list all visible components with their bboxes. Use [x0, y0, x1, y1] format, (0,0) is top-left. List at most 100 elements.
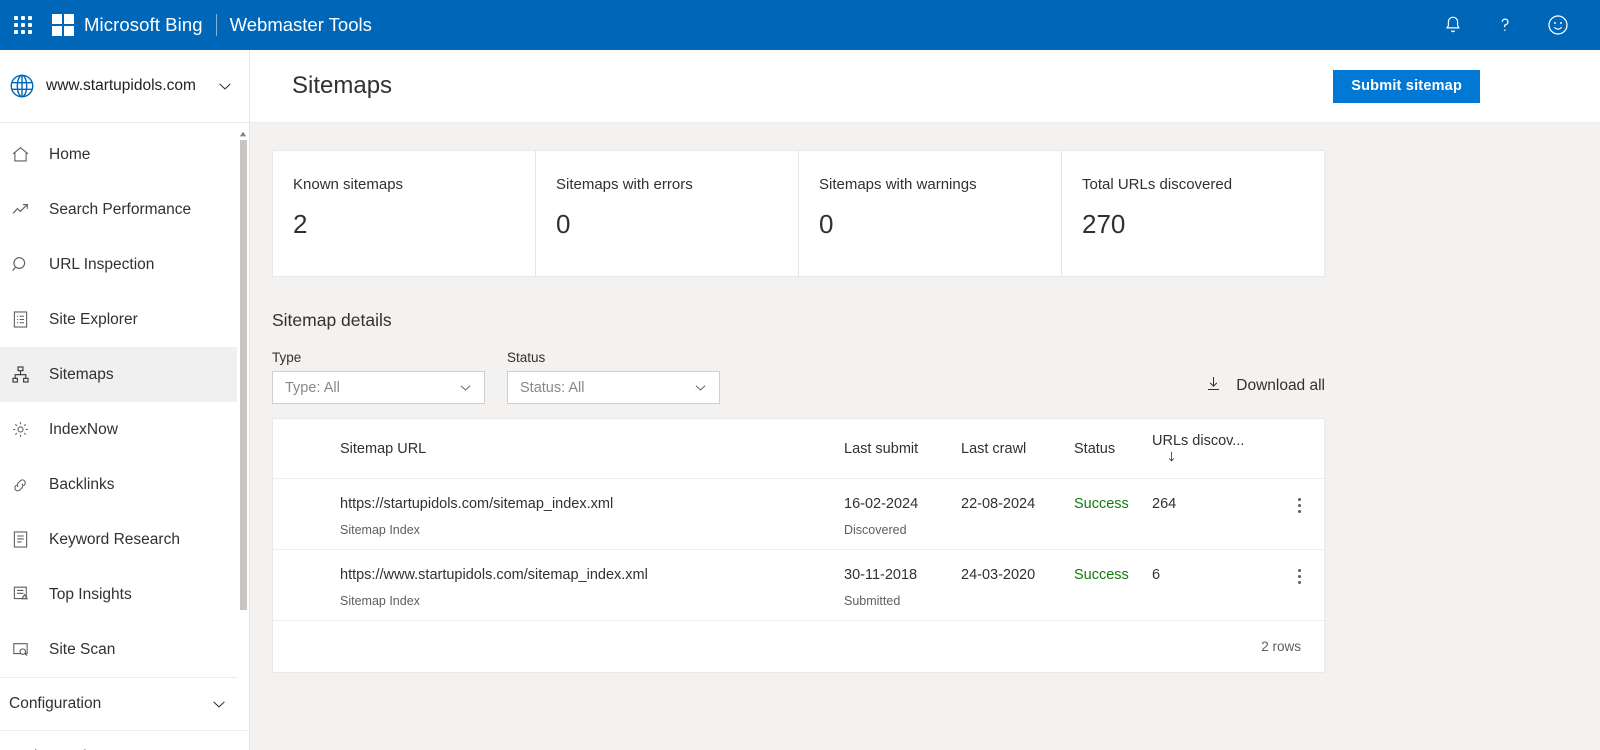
filter-bar: Type Type: All Status Status: All Downlo… [272, 350, 1325, 404]
status-badge: Success [1074, 567, 1129, 583]
submit-state-text: Submitted [844, 593, 901, 608]
chevron-down-icon[interactable] [215, 76, 235, 96]
column-header-urls-discovered[interactable]: URLs discov... [1152, 433, 1274, 465]
sidebar-item-keyword-research[interactable]: Keyword Research [0, 512, 249, 567]
chevron-down-icon[interactable] [692, 379, 709, 396]
submit-sitemap-button[interactable]: Submit sitemap [1333, 69, 1480, 103]
submit-state-text: Discovered [844, 522, 907, 537]
type-filter-label: Type [272, 350, 302, 365]
sitemap-type-text: Sitemap Index [340, 593, 420, 608]
table-footer: 2 rows [273, 621, 1324, 672]
chevron-down-icon[interactable] [457, 379, 474, 396]
stat-label: Sitemaps with errors [556, 176, 693, 193]
globe-icon [8, 72, 36, 100]
last-submit-date: 30-11-2018 [844, 567, 918, 583]
table-row[interactable]: https://startupidols.com/sitemap_index.x… [273, 479, 1324, 550]
content-inner: Known sitemaps 2 Sitemaps with errors 0 … [272, 150, 1325, 673]
stat-label: Known sitemaps [293, 176, 404, 193]
notifications-icon[interactable] [1442, 14, 1464, 36]
sidebar-group-configuration[interactable]: Configuration [0, 677, 249, 730]
sidebar-item-site-scan[interactable]: Site Scan [0, 622, 249, 677]
sidebar-item-indexnow[interactable]: IndexNow [0, 402, 249, 457]
sidebar-item-sitemaps[interactable]: Sitemaps [0, 347, 249, 402]
sidebar-item-top-insights[interactable]: Top Insights [0, 567, 249, 622]
last-submit-date: 16-02-2024 [844, 496, 919, 512]
table-row[interactable]: https://www.startupidols.com/sitemap_ind… [273, 550, 1324, 621]
product-name: Webmaster Tools [229, 14, 372, 35]
sitemap-type-text: Sitemap Index [340, 522, 420, 537]
sidebar-item-search-performance[interactable]: Search Performance [0, 182, 249, 237]
column-header-sitemap-url[interactable]: Sitemap URL [340, 441, 844, 457]
sidebar-item-label: Sitemaps [49, 365, 114, 383]
microsoft-logo-icon [52, 14, 74, 36]
type-filter-field: Type Type: All [272, 350, 485, 404]
top-app-bar: Microsoft Bing Webmaster Tools [0, 0, 1600, 50]
sidebar-item-url-inspection[interactable]: URL Inspection [0, 237, 249, 292]
brand-name: Microsoft Bing [84, 14, 203, 35]
sidebar-scrollbar[interactable] [237, 128, 249, 683]
sidebar-item-label: Keyword Research [49, 530, 180, 548]
more-options-icon[interactable] [1290, 494, 1309, 517]
grid-waffle-icon[interactable] [8, 10, 38, 40]
content-area: Known sitemaps 2 Sitemaps with errors 0 … [250, 123, 1600, 750]
main-content: Sitemaps Submit sitemap Known sitemaps 2… [250, 50, 1600, 750]
sidebar-item-label: IndexNow [49, 420, 118, 438]
sitemaps-table: Sitemap URL Last submit Last crawl Statu… [272, 418, 1325, 673]
sidebar-item-site-explorer[interactable]: Site Explorer [0, 292, 249, 347]
section-title: Sitemap details [272, 310, 392, 330]
sort-descending-arrow-icon[interactable] [1164, 449, 1179, 464]
page-header: Sitemaps Submit sitemap [250, 50, 1600, 123]
app-shell: www.startupidols.com Home Search Perform… [0, 50, 1600, 750]
download-all-button[interactable]: Download all [1204, 374, 1325, 404]
help-icon[interactable] [1494, 14, 1516, 36]
scroll-up-arrow-icon[interactable] [237, 128, 249, 140]
last-crawl-date: 22-08-2024 [961, 496, 1036, 512]
scrollbar-thumb[interactable] [239, 140, 247, 610]
download-all-label: Download all [1236, 377, 1325, 394]
cell-row-actions [1274, 496, 1324, 517]
sidebar-item-label: Search Performance [49, 200, 192, 218]
cell-status: Success [1074, 496, 1152, 512]
stat-label: Sitemaps with warnings [819, 176, 977, 193]
stat-value: 0 [819, 209, 834, 239]
sidebar-item-label: Site Explorer [49, 310, 138, 328]
column-header-last-crawl[interactable]: Last crawl [961, 441, 1074, 457]
stat-card-sitemaps-with-warnings: Sitemaps with warnings 0 [799, 151, 1062, 276]
status-filter-value: Status: All [520, 379, 585, 396]
sidebar-item-label: Backlinks [49, 475, 115, 493]
chevron-down-icon[interactable] [209, 694, 229, 714]
sitemap-url-text[interactable]: https://www.startupidols.com/sitemap_ind… [340, 567, 844, 584]
feedback-icon[interactable] [1546, 13, 1570, 37]
sidebar-item-backlinks[interactable]: Backlinks [0, 457, 249, 512]
urls-discovered-value: 264 [1152, 496, 1177, 512]
cell-status: Success [1074, 567, 1152, 583]
type-filter-value: Type: All [285, 379, 340, 396]
trending-up-icon [9, 199, 31, 220]
column-header-status[interactable]: Status [1074, 441, 1152, 457]
cell-last-crawl: 24-03-2020 [961, 567, 1074, 584]
more-options-icon[interactable] [1290, 565, 1309, 588]
scan-icon [9, 639, 31, 660]
column-header-last-submit[interactable]: Last submit [844, 441, 961, 457]
hierarchy-icon [9, 364, 31, 385]
cell-urls-discovered: 264 [1152, 496, 1274, 513]
cell-sitemap-url: https://startupidols.com/sitemap_index.x… [340, 496, 844, 537]
stat-value: 2 [293, 209, 308, 239]
stat-value: 270 [1082, 209, 1126, 239]
table-header-row: Sitemap URL Last submit Last crawl Statu… [273, 419, 1324, 479]
insights-icon [9, 584, 31, 605]
notebook-icon [9, 529, 31, 550]
links-icon [9, 474, 31, 495]
site-selector[interactable]: www.startupidols.com [0, 50, 249, 123]
topbar-actions [1442, 13, 1570, 37]
status-filter-label: Status [507, 350, 546, 365]
status-filter-select[interactable]: Status: All [507, 371, 720, 404]
stat-label: Total URLs discovered [1082, 176, 1233, 193]
sidebar-group-tools-enhancements[interactable]: Tools & Enhancements [0, 730, 249, 750]
type-filter-select[interactable]: Type: All [272, 371, 485, 404]
cell-row-actions [1274, 567, 1324, 588]
cell-urls-discovered: 6 [1152, 567, 1274, 584]
status-filter-field: Status Status: All [507, 350, 720, 404]
sidebar-item-home[interactable]: Home [0, 127, 249, 182]
sitemap-url-text[interactable]: https://startupidols.com/sitemap_index.x… [340, 496, 844, 513]
